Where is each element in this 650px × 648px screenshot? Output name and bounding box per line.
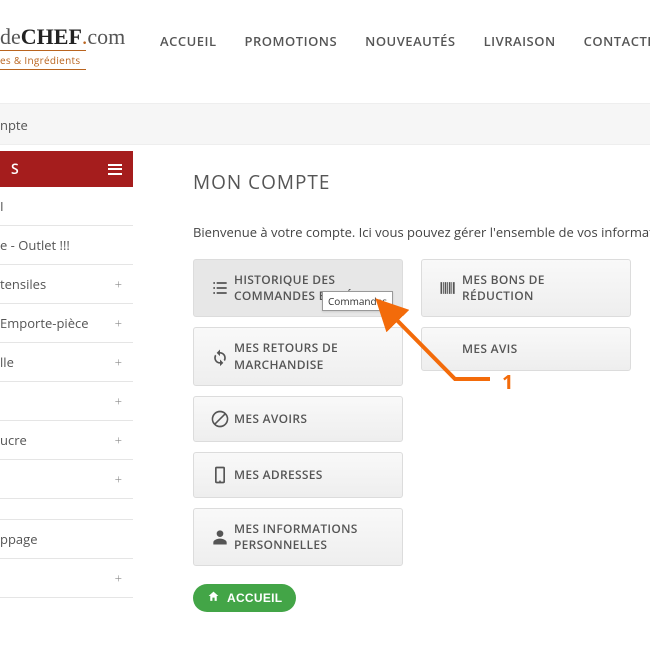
expand-icon[interactable]: + — [115, 353, 122, 371]
expand-icon[interactable]: + — [115, 392, 122, 410]
site-logo[interactable]: deCHEF.com — [0, 24, 125, 50]
logo-tagline: es & Ingrédients — [0, 50, 86, 70]
sidebar-item[interactable]: + — [0, 382, 133, 421]
home-icon — [207, 590, 220, 606]
welcome-text: Bienvenue à votre compte. Ici vous pouve… — [193, 223, 650, 241]
sidebar-header[interactable]: S — [0, 151, 133, 187]
sidebar-item-label: ucre — [0, 431, 27, 449]
expand-icon[interactable]: + — [115, 275, 122, 293]
card-vouchers[interactable]: MES BONS DE RÉDUCTION — [421, 259, 631, 317]
card-personal-info[interactable]: MES INFORMATIONS PERSONNELLES — [193, 508, 403, 566]
home-button-label: ACCUEIL — [227, 591, 282, 605]
main-nav: ACCUEIL PROMOTIONS NOUVEAUTÉS LIVRAISON … — [160, 32, 650, 50]
annotation-label: 1 — [502, 368, 513, 395]
nav-nouveautes[interactable]: NOUVEAUTÉS — [365, 32, 455, 50]
sidebar-item-label: lle — [0, 353, 14, 371]
sidebar-item[interactable]: lle + — [0, 343, 133, 382]
ban-icon — [206, 409, 234, 429]
card-label: MES AVIS — [462, 341, 518, 357]
expand-icon[interactable]: + — [115, 569, 122, 587]
nav-contacter[interactable]: CONTACTER — [584, 32, 650, 50]
nav-livraison[interactable]: LIVRAISON — [484, 32, 556, 50]
list-icon — [206, 278, 234, 298]
card-label: MES INFORMATIONS PERSONNELLES — [234, 521, 390, 553]
account-cards: HISTORIQUE DES COMMANDES ET DÉTAILS MES … — [193, 259, 650, 566]
sidebar-item-label: e - Outlet !!! — [0, 236, 70, 254]
nav-accueil[interactable]: ACCUEIL — [160, 32, 217, 50]
card-addresses[interactable]: MES ADRESSES — [193, 452, 403, 498]
tooltip-commandes: Commandes — [322, 291, 393, 311]
card-label: MES BONS DE RÉDUCTION — [462, 272, 618, 304]
logo-tld: com — [87, 24, 125, 49]
menu-icon — [108, 164, 122, 175]
logo-part2: CHEF — [21, 24, 82, 49]
sidebar-item-label: I — [0, 197, 4, 215]
logo-part1: de — [0, 24, 21, 49]
sidebar-item-label: ppage — [0, 530, 38, 548]
sidebar-item[interactable]: + — [0, 460, 133, 499]
refresh-icon — [206, 347, 234, 367]
card-returns[interactable]: MES RETOURS DE MARCHANDISE — [193, 327, 403, 385]
card-credits[interactable]: MES AVOIRS — [193, 396, 403, 442]
card-reviews[interactable]: MES AVIS — [421, 327, 631, 371]
sidebar-item[interactable]: tensiles + — [0, 265, 133, 304]
expand-icon[interactable]: + — [115, 431, 122, 449]
sidebar-item[interactable]: Emporte-pièce + — [0, 304, 133, 343]
sidebar-item-label: tensiles — [0, 275, 46, 293]
sidebar-header-label: S — [11, 160, 19, 179]
sidebar-item[interactable]: ppage — [0, 520, 133, 559]
expand-icon[interactable]: + — [115, 470, 122, 488]
nav-promotions[interactable]: PROMOTIONS — [245, 32, 338, 50]
expand-icon[interactable]: + — [115, 314, 122, 332]
card-label: MES AVOIRS — [234, 411, 307, 427]
card-label: MES ADRESSES — [234, 467, 323, 483]
breadcrumb: npte — [0, 116, 28, 134]
account-panel: MON COMPTE Bienvenue à votre compte. Ici… — [163, 151, 650, 632]
barcode-icon — [434, 278, 462, 298]
sidebar-item-label: Emporte-pièce — [0, 314, 89, 332]
sidebar-item[interactable]: e - Outlet !!! — [0, 226, 133, 265]
sidebar-item[interactable]: ucre + — [0, 421, 133, 460]
card-label: MES RETOURS DE MARCHANDISE — [234, 340, 390, 372]
breadcrumb-bar — [0, 103, 650, 145]
category-sidebar: S Ie - Outlet !!! tensiles + Emporte-pièce +… — [0, 151, 133, 598]
page-title: MON COMPTE — [193, 169, 650, 195]
user-icon — [206, 527, 234, 547]
sidebar-item[interactable]: + — [0, 559, 133, 598]
sidebar-item[interactable] — [0, 499, 133, 520]
sidebar-item[interactable]: I — [0, 187, 133, 226]
phone-icon — [206, 465, 234, 485]
home-button[interactable]: ACCUEIL — [193, 584, 296, 612]
